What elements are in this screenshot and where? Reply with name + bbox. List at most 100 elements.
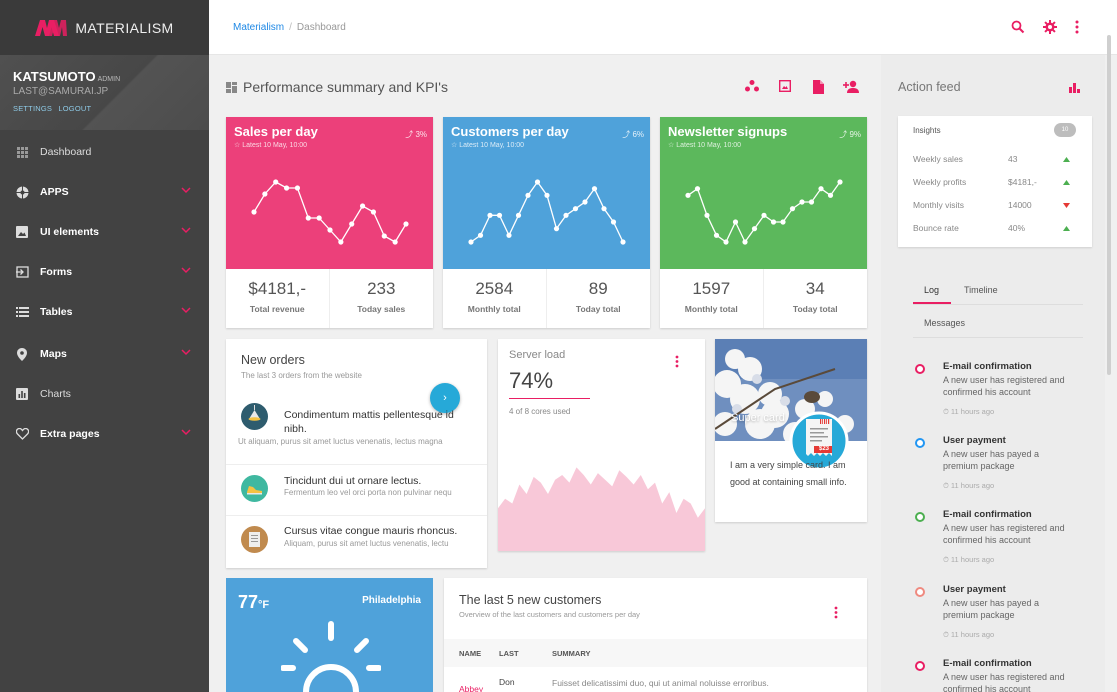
- breadcrumb-root[interactable]: Materialism: [233, 22, 284, 33]
- timeline-title: User payment: [943, 584, 1006, 595]
- kpi-percent: ⤴ 9%: [839, 129, 861, 140]
- timeline-desc: A new user has registered and confirmed …: [943, 523, 1065, 545]
- order-item[interactable]: Tincidunt dui ut ornare lectus. Fermentu…: [226, 465, 487, 516]
- kpi-stat-label: Today total: [575, 304, 621, 314]
- bar-chart-icon[interactable]: [1069, 83, 1080, 93]
- logout-link[interactable]: LOGOUT: [58, 104, 91, 113]
- sparkline-point: [392, 239, 398, 245]
- image-icon[interactable]: [779, 80, 791, 92]
- user-name-text: KATSUMOTO: [13, 69, 96, 84]
- nav-label: Forms: [40, 266, 73, 278]
- share-icon[interactable]: [745, 80, 759, 93]
- nav-item-ui-elements[interactable]: UI elements: [0, 212, 209, 252]
- search-icon[interactable]: [1011, 20, 1025, 34]
- card-subtitle: Overview of the last customers and custo…: [459, 610, 640, 619]
- timeline-item[interactable]: E-mail confirmation A new user has regis…: [913, 658, 1088, 692]
- gear-icon[interactable]: [1043, 20, 1057, 34]
- timeline-title: E-mail confirmation: [943, 509, 1032, 520]
- card-text: I am a very simple card. I am good at co…: [730, 460, 847, 487]
- server-load-subtitle: 4 of 8 cores used: [509, 407, 571, 416]
- kpi-sparkline: [251, 179, 409, 245]
- tab-log[interactable]: Log: [924, 285, 939, 295]
- more-vert-icon[interactable]: [675, 355, 679, 368]
- insight-label: Bounce rate: [913, 223, 959, 233]
- card-title: Super card: [731, 412, 785, 424]
- nav-item-charts[interactable]: Charts: [0, 374, 209, 414]
- timeline-item[interactable]: User payment A new user has payed a prem…: [913, 435, 1088, 495]
- sparkline-point: [468, 239, 474, 245]
- kpi-title: Sales per day: [234, 124, 318, 139]
- more-vert-icon[interactable]: [834, 606, 838, 619]
- tab-timeline[interactable]: Timeline: [964, 285, 998, 295]
- nav-label: UI elements: [40, 226, 99, 238]
- insight-value: 40%: [1008, 223, 1026, 233]
- list-icon: [15, 305, 29, 319]
- nav-item-dashboard[interactable]: Dashboard: [0, 132, 209, 172]
- chevron-down-icon: [181, 349, 191, 356]
- sidebar: MATERIALISM KATSUMOTO ADMIN LAST@SAMURAI.…: [0, 0, 209, 692]
- table-row[interactable]: Abbey Don Fuisset delicatissimi duo, qui…: [444, 668, 867, 692]
- breadcrumb: Materialism / Dashboard: [233, 22, 346, 33]
- sparkline-point: [381, 233, 387, 239]
- kpi-header: Customers per day ☆ Latest 10 May, 10:00…: [443, 117, 650, 269]
- action-feed-panel: Action feed Insights 10 Weekly sales 43 W…: [881, 55, 1105, 692]
- sparkline-point: [761, 212, 767, 218]
- trend-icon: ⤴: [405, 130, 414, 139]
- divider: [913, 337, 1083, 338]
- topbar: Materialism / Dashboard: [209, 0, 1117, 55]
- sparkline-point: [818, 186, 824, 192]
- server-load-area: [498, 467, 705, 551]
- tab-messages[interactable]: Messages: [924, 318, 965, 328]
- column-header[interactable]: NAME: [459, 649, 481, 658]
- server-load-value: 74%: [509, 368, 554, 393]
- timeline-item[interactable]: User payment A new user has payed a prem…: [913, 584, 1088, 644]
- column-header[interactable]: SUMMARY: [552, 649, 590, 658]
- kpi-stat-value: 34: [805, 279, 825, 298]
- timeline-title: E-mail confirmation: [943, 361, 1032, 372]
- insights-title: Insights: [913, 126, 941, 135]
- kpi-stat-label: Today total: [792, 304, 838, 314]
- nav-item-forms[interactable]: Forms: [0, 252, 209, 292]
- sparkline-point: [601, 206, 607, 212]
- kpi-card-customers: Customers per day ☆ Latest 10 May, 10:00…: [443, 117, 650, 328]
- kpi-percent: ⤴ 3%: [405, 129, 427, 140]
- file-icon[interactable]: [813, 80, 824, 94]
- sparkline-point: [780, 219, 786, 225]
- nav-label: Extra pages: [40, 428, 100, 440]
- nav-item-tables[interactable]: Tables: [0, 292, 209, 332]
- divider: [913, 304, 1083, 305]
- insights-badge: 10: [1054, 123, 1076, 137]
- more-vert-icon[interactable]: [1075, 20, 1079, 34]
- kpi-stat-label: Monthly total: [467, 304, 521, 314]
- weather-city: Philadelphia: [362, 595, 421, 606]
- trend-icon: ⤴: [839, 130, 848, 139]
- brand[interactable]: MATERIALISM: [0, 0, 209, 55]
- cell-summary: Fuisset delicatissimi duo, qui ut animal…: [552, 678, 769, 688]
- nav-item-apps[interactable]: APPS: [0, 172, 209, 212]
- panel-title: Action feed: [898, 80, 961, 94]
- order-item[interactable]: Cursus vitae congue mauris rhoncus. Aliq…: [226, 516, 487, 568]
- breadcrumb-current: Dashboard: [296, 22, 346, 33]
- insight-row: Weekly sales 43: [913, 154, 1078, 164]
- timeline-dot: [915, 661, 925, 671]
- nav-item-maps[interactable]: Maps: [0, 334, 209, 374]
- dashboard-icon: [226, 81, 237, 93]
- order-item[interactable]: Condimentum mattis pellentesque id nibh.…: [226, 397, 487, 465]
- column-header[interactable]: LAST: [499, 649, 519, 658]
- notebook-icon: [241, 526, 268, 553]
- order-title: Condimentum mattis pellentesque id nibh.: [284, 409, 454, 435]
- timeline-dot: [915, 364, 925, 374]
- settings-link[interactable]: SETTINGS: [13, 104, 52, 113]
- kpi-stat-value: 89: [588, 279, 608, 298]
- sparkline-point: [770, 219, 777, 225]
- kpi-percent-value: 6%: [632, 130, 644, 139]
- order-desc: Aliquam, purus sit amet luctus venenatis…: [284, 539, 449, 548]
- kpi-stat: 34 Today total: [764, 269, 868, 328]
- nav-item-extra-pages[interactable]: Extra pages: [0, 414, 209, 454]
- timeline-item[interactable]: E-mail confirmation A new user has regis…: [913, 361, 1088, 421]
- scrollbar[interactable]: [1107, 35, 1111, 375]
- sparkline-point: [751, 226, 758, 232]
- add-user-icon[interactable]: [843, 80, 859, 93]
- sparkline-point: [808, 199, 815, 205]
- timeline-item[interactable]: E-mail confirmation A new user has regis…: [913, 509, 1088, 569]
